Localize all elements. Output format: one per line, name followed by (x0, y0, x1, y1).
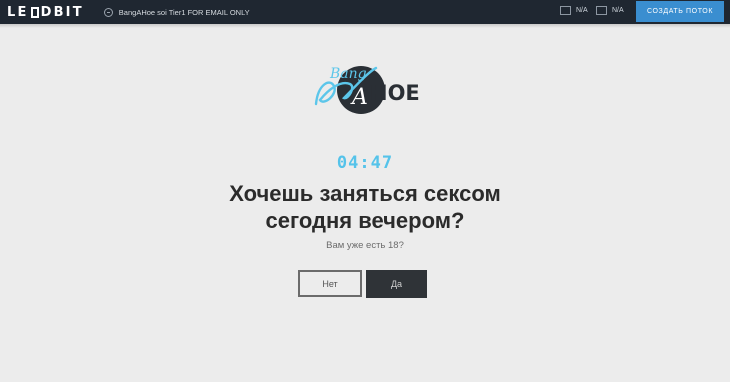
question-line-1: Хочешь заняться сексом (229, 181, 501, 206)
chart-icon (560, 6, 571, 15)
yes-button[interactable]: Да (366, 270, 427, 298)
age-question: Вам уже есть 18? (326, 240, 404, 251)
question-headline: Хочешь заняться сексом сегодня вечером? (0, 180, 730, 234)
logo-suffix-text: HOE (370, 81, 420, 105)
brand-text-start: LE (7, 4, 29, 20)
brand-text-end: DBIT (40, 4, 84, 20)
logo-script-text: Bang (329, 66, 367, 82)
offer-breadcrumb[interactable]: BangAHoe soi Tier1 FOR EMAIL ONLY (103, 7, 250, 17)
logo-circle-letter: A (350, 85, 368, 110)
question-line-2: сегодня вечером? (265, 208, 465, 233)
stat-conversions: N/A (596, 6, 624, 15)
navbar-shadow (0, 24, 730, 28)
stat-conversions-value: N/A (612, 7, 624, 14)
wallet-icon (596, 6, 607, 15)
no-button[interactable]: Нет (298, 270, 362, 297)
bangahoe-logo: Bang A HOE (314, 66, 420, 114)
countdown-timer: 04:47 (336, 153, 394, 173)
top-navbar: LE DBIT BangAHoe soi Tier1 FOR EMAIL ONL… (0, 0, 730, 24)
offer-title: BangAHoe soi Tier1 FOR EMAIL ONLY (118, 7, 250, 17)
stat-clicks: N/A (560, 6, 588, 15)
brand-mark-icon (30, 6, 39, 18)
create-flow-button[interactable]: СОЗДАТЬ ПОТОК (636, 1, 724, 22)
leadbit-logo[interactable]: LE DBIT (7, 5, 84, 20)
back-circle-icon[interactable] (103, 7, 113, 17)
stat-clicks-value: N/A (576, 7, 588, 14)
